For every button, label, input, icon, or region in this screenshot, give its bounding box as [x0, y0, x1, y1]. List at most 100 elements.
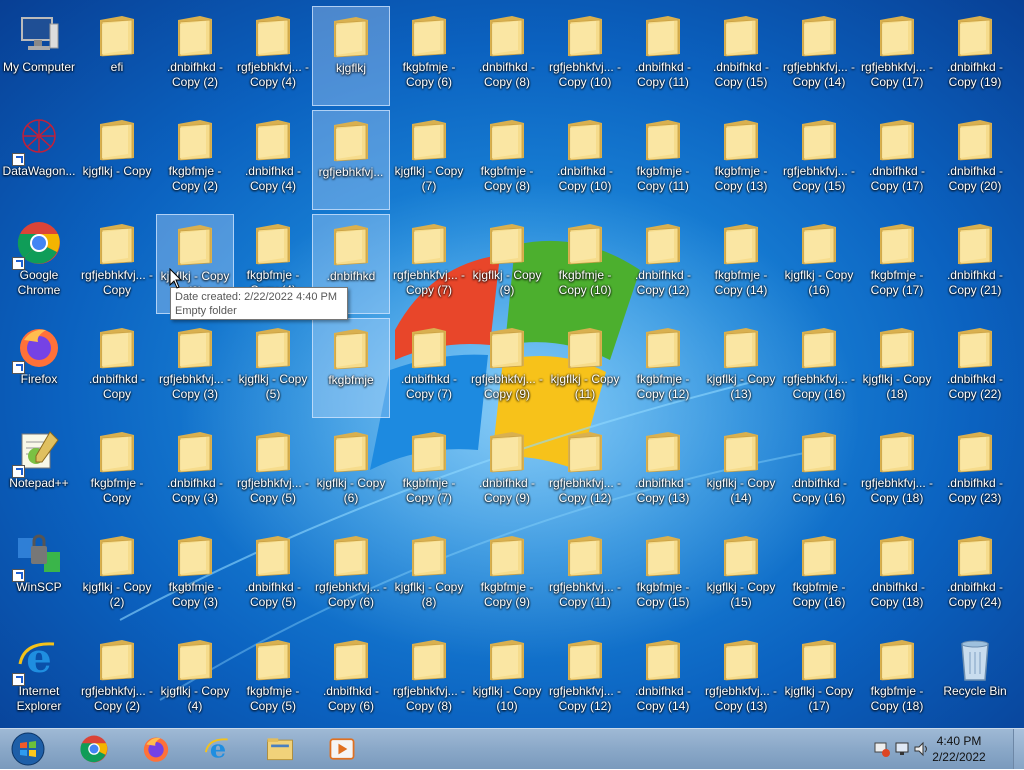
folder-dnbifhkd-copy-10[interactable]: .dnbifhkd - Copy (10)	[546, 110, 624, 210]
folder-fkgbfmje-copy-8[interactable]: fkgbfmje - Copy (8)	[468, 110, 546, 210]
folder-dnbifhkd-copy-6[interactable]: .dnbifhkd - Copy (6)	[312, 630, 390, 728]
folder-fkgbfmje-copy-18[interactable]: fkgbfmje - Copy (18)	[858, 630, 936, 728]
start-button[interactable]	[2, 731, 54, 767]
folder-rgfjebhkfvj-copy-5[interactable]: rgfjebhkfvj... - Copy (5)	[234, 422, 312, 522]
folder-dnbifhkd-copy-15[interactable]: .dnbifhkd - Copy (15)	[702, 6, 780, 106]
folder-fkgbfmje-copy-5[interactable]: fkgbfmje - Copy (5)	[234, 630, 312, 728]
folder-fkgbfmje-copy-3[interactable]: fkgbfmje - Copy (3)	[156, 526, 234, 626]
folder-fkgbfmje-copy[interactable]: fkgbfmje - Copy	[78, 422, 156, 522]
folder-kjgflkj-copy-11[interactable]: kjgflkj - Copy (11)	[546, 318, 624, 418]
folder-rgfjebhkfvj-copy-4[interactable]: rgfjebhkfvj... - Copy (4)	[234, 6, 312, 106]
folder-kjgflkj-copy-10[interactable]: kjgflkj - Copy (10)	[468, 630, 546, 728]
folder-fkgbfmje-copy-6[interactable]: fkgbfmje - Copy (6)	[390, 6, 468, 106]
folder-fkgbfmje-copy-15[interactable]: fkgbfmje - Copy (15)	[624, 526, 702, 626]
folder-dnbifhkd-copy-24[interactable]: .dnbifhkd - Copy (24)	[936, 526, 1014, 626]
ie-taskbar-button[interactable]: e	[190, 731, 246, 767]
folder-fkgbfmje-copy-17[interactable]: fkgbfmje - Copy (17)	[858, 214, 936, 314]
folder-dnbifhkd-copy-22[interactable]: .dnbifhkd - Copy (22)	[936, 318, 1014, 418]
network-icon[interactable]	[893, 740, 911, 758]
folder-rgfjebhkfvj-copy-11[interactable]: rgfjebhkfvj... - Copy (11)	[546, 526, 624, 626]
folder-rgfjebhkfvj-copy-3[interactable]: rgfjebhkfvj... - Copy (3)	[156, 318, 234, 418]
folder-fkgbfmje-copy-2[interactable]: fkgbfmje - Copy (2)	[156, 110, 234, 210]
show-desktop-button[interactable]	[1013, 729, 1024, 769]
folder-fkgbfmje-copy-11[interactable]: fkgbfmje - Copy (11)	[624, 110, 702, 210]
folder-dnbifhkd-copy-11[interactable]: .dnbifhkd - Copy (11)	[624, 6, 702, 106]
my-computer-shortcut[interactable]: My Computer	[0, 6, 78, 106]
folder-rgfjebhkfvj-copy-9[interactable]: rgfjebhkfvj... - Copy (9)	[468, 318, 546, 418]
folder-kjgflkj-copy-13[interactable]: kjgflkj - Copy (13)	[702, 318, 780, 418]
folder-efi[interactable]: efi	[78, 6, 156, 106]
folder-rgfjebhkfvj[interactable]: rgfjebhkfvj...	[312, 110, 390, 210]
folder-rgfjebhkfvj-copy-12[interactable]: rgfjebhkfvj... - Copy (12)	[546, 422, 624, 522]
folder-kjgflkj-copy-4[interactable]: kjgflkj - Copy (4)	[156, 630, 234, 728]
folder-rgfjebhkfvj-copy-13[interactable]: rgfjebhkfvj... - Copy (13)	[702, 630, 780, 728]
folder-kjgflkj-copy-6[interactable]: kjgflkj - Copy (6)	[312, 422, 390, 522]
folder-dnbifhkd-copy-18[interactable]: .dnbifhkd - Copy (18)	[858, 526, 936, 626]
chrome-taskbar-button[interactable]	[66, 731, 122, 767]
folder-rgfjebhkfvj-copy-7[interactable]: rgfjebhkfvj... - Copy (7)	[390, 214, 468, 314]
folder-dnbifhkd-copy-5[interactable]: .dnbifhkd - Copy (5)	[234, 526, 312, 626]
folder-rgfjebhkfvj-copy-15[interactable]: rgfjebhkfvj... - Copy (15)	[780, 110, 858, 210]
folder-kjgflkj-copy-9[interactable]: kjgflkj - Copy (9)	[468, 214, 546, 314]
desktop[interactable]: My Computer DataWagon... Google Chrome Fire…	[0, 0, 1024, 728]
folder-dnbifhkd-copy-12[interactable]: .dnbifhkd - Copy (12)	[624, 214, 702, 314]
folder-rgfjebhkfvj-copy-6[interactable]: rgfjebhkfvj... - Copy (6)	[312, 526, 390, 626]
winscp-shortcut[interactable]: WinSCP	[0, 526, 78, 626]
folder-dnbifhkd-copy-20[interactable]: .dnbifhkd - Copy (20)	[936, 110, 1014, 210]
firefox-taskbar-button[interactable]	[128, 731, 184, 767]
folder-fkgbfmje-copy-7[interactable]: fkgbfmje - Copy (7)	[390, 422, 468, 522]
folder-dnbifhkd-copy-13[interactable]: .dnbifhkd - Copy (13)	[624, 422, 702, 522]
folder-dnbifhkd-copy-14[interactable]: .dnbifhkd - Copy (14)	[624, 630, 702, 728]
clock[interactable]: 4:40 PM 2/22/2022	[914, 733, 1004, 765]
google-chrome-shortcut[interactable]: Google Chrome	[0, 214, 78, 314]
folder-fkgbfmje-copy-14[interactable]: fkgbfmje - Copy (14)	[702, 214, 780, 314]
recycle-bin[interactable]: Recycle Bin	[936, 630, 1014, 728]
folder-kjgflkj-copy-15[interactable]: kjgflkj - Copy (15)	[702, 526, 780, 626]
folder-dnbifhkd-copy-19[interactable]: .dnbifhkd - Copy (19)	[936, 6, 1014, 106]
folder-dnbifhkd-copy-8[interactable]: .dnbifhkd - Copy (8)	[468, 6, 546, 106]
datawagon-shortcut[interactable]: DataWagon...	[0, 110, 78, 210]
folder-dnbifhkd-copy-21[interactable]: .dnbifhkd - Copy (21)	[936, 214, 1014, 314]
folder-dnbifhkd-copy-7[interactable]: .dnbifhkd - Copy (7)	[390, 318, 468, 418]
folder-kjgflkj-copy-7[interactable]: kjgflkj - Copy (7)	[390, 110, 468, 210]
folder-rgfjebhkfvj-copy-2[interactable]: rgfjebhkfvj... - Copy (2)	[78, 630, 156, 728]
folder-kjgflkj-copy[interactable]: kjgflkj - Copy	[78, 110, 156, 210]
folder-rgfjebhkfvj-copy-17[interactable]: rgfjebhkfvj... - Copy (17)	[858, 6, 936, 106]
network-warning-icon[interactable]	[873, 740, 891, 758]
folder-dnbifhkd-copy-9[interactable]: .dnbifhkd - Copy (9)	[468, 422, 546, 522]
folder-kjgflkj-copy-2[interactable]: kjgflkj - Copy (2)	[78, 526, 156, 626]
folder-kjgflkj-copy-8[interactable]: kjgflkj - Copy (8)	[390, 526, 468, 626]
folder-rgfjebhkfvj-copy-18[interactable]: rgfjebhkfvj... - Copy (18)	[858, 422, 936, 522]
firefox-shortcut[interactable]: Firefox	[0, 318, 78, 418]
folder-kjgflkj[interactable]: kjgflkj	[312, 6, 390, 106]
folder-dnbifhkd-copy-17[interactable]: .dnbifhkd - Copy (17)	[858, 110, 936, 210]
folder-dnbifhkd-copy-2[interactable]: .dnbifhkd - Copy (2)	[156, 6, 234, 106]
folder-kjgflkj-copy-18[interactable]: kjgflkj - Copy (18)	[858, 318, 936, 418]
folder-rgfjebhkfvj-copy[interactable]: rgfjebhkfvj... - Copy	[78, 214, 156, 314]
folder-rgfjebhkfvj-copy-8[interactable]: rgfjebhkfvj... - Copy (8)	[390, 630, 468, 728]
folder-dnbifhkd-copy-16[interactable]: .dnbifhkd - Copy (16)	[780, 422, 858, 522]
folder-fkgbfmje-copy-10[interactable]: fkgbfmje - Copy (10)	[546, 214, 624, 314]
media-player-taskbar-button[interactable]	[314, 731, 370, 767]
folder-kjgflkj-copy-5[interactable]: kjgflkj - Copy (5)	[234, 318, 312, 418]
folder-rgfjebhkfvj-copy-12[interactable]: rgfjebhkfvj... - Copy (12)	[546, 630, 624, 728]
explorer-taskbar-button[interactable]	[252, 731, 308, 767]
folder-kjgflkj-copy-14[interactable]: kjgflkj - Copy (14)	[702, 422, 780, 522]
folder-rgfjebhkfvj-copy-14[interactable]: rgfjebhkfvj... - Copy (14)	[780, 6, 858, 106]
folder-fkgbfmje-copy-9[interactable]: fkgbfmje - Copy (9)	[468, 526, 546, 626]
folder-kjgflkj-copy-16[interactable]: kjgflkj - Copy (16)	[780, 214, 858, 314]
folder-rgfjebhkfvj-copy-16[interactable]: rgfjebhkfvj... - Copy (16)	[780, 318, 858, 418]
icon-label: kjgflkj - Copy	[82, 164, 152, 178]
folder-fkgbfmje-copy-12[interactable]: fkgbfmje - Copy (12)	[624, 318, 702, 418]
notepad-shortcut[interactable]: Notepad++	[0, 422, 78, 522]
folder-dnbifhkd-copy-4[interactable]: .dnbifhkd - Copy (4)	[234, 110, 312, 210]
folder-fkgbfmje-copy-16[interactable]: fkgbfmje - Copy (16)	[780, 526, 858, 626]
folder-fkgbfmje[interactable]: fkgbfmje	[312, 318, 390, 418]
folder-rgfjebhkfvj-copy-10[interactable]: rgfjebhkfvj... - Copy (10)	[546, 6, 624, 106]
folder-dnbifhkd-copy-23[interactable]: .dnbifhkd - Copy (23)	[936, 422, 1014, 522]
folder-dnbifhkd-copy[interactable]: .dnbifhkd - Copy	[78, 318, 156, 418]
folder-fkgbfmje-copy-13[interactable]: fkgbfmje - Copy (13)	[702, 110, 780, 210]
internet-explorer-shortcut[interactable]: e Internet Explorer	[0, 630, 78, 728]
folder-kjgflkj-copy-17[interactable]: kjgflkj - Copy (17)	[780, 630, 858, 728]
folder-dnbifhkd-copy-3[interactable]: .dnbifhkd - Copy (3)	[156, 422, 234, 522]
